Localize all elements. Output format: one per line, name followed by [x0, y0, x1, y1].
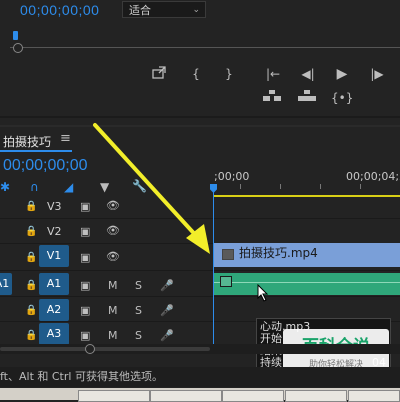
- marker-icon[interactable]: ▼: [100, 180, 109, 194]
- monitor-playhead[interactable]: [13, 31, 18, 40]
- taskbar-item[interactable]: [150, 390, 222, 402]
- sync-lock-icon[interactable]: ▣: [80, 200, 90, 213]
- track-label-a2[interactable]: A2: [39, 299, 69, 321]
- track-label-v3[interactable]: V3: [47, 200, 62, 213]
- timeline-tab-title[interactable]: 拍摄技巧: [3, 133, 51, 150]
- monitor-scrubber[interactable]: [10, 47, 400, 48]
- microphone-icon[interactable]: 🎤: [160, 304, 174, 317]
- ruler-tick: [360, 184, 361, 189]
- lock-icon[interactable]: 🔒: [25, 330, 37, 341]
- source-patch-a1[interactable]: A1: [0, 273, 12, 295]
- snap-magnet-icon[interactable]: ∩: [30, 180, 39, 194]
- taskbar-item[interactable]: [285, 390, 347, 402]
- chevron-down-icon: ⌄: [192, 5, 200, 15]
- sync-lock-icon[interactable]: ▣: [80, 225, 90, 238]
- fx-badge-icon: [220, 276, 232, 287]
- extract-icon[interactable]: [296, 90, 318, 106]
- nest-icon[interactable]: ✱: [0, 180, 10, 194]
- linked-selection-icon[interactable]: ◢: [64, 180, 73, 194]
- lock-icon[interactable]: 🔒: [25, 252, 37, 263]
- fx-badge-icon: [222, 249, 234, 260]
- step-forward-icon[interactable]: |▶: [366, 66, 388, 82]
- step-back-icon[interactable]: ◀|: [297, 66, 319, 82]
- lock-icon[interactable]: 🔒: [25, 280, 37, 291]
- panel-divider: [0, 116, 400, 118]
- timeline-scrollbar-thumb[interactable]: [0, 347, 210, 351]
- taskbar-item[interactable]: [78, 390, 150, 402]
- monitor-zoom-knob[interactable]: [13, 43, 23, 53]
- mute-button[interactable]: M: [108, 279, 118, 292]
- insert-icon[interactable]: {•}: [331, 90, 353, 106]
- ruler-tick: [240, 184, 241, 189]
- eye-icon[interactable]: 👁: [106, 250, 120, 263]
- microphone-icon[interactable]: 🎤: [160, 329, 174, 342]
- fit-select-value: 适合: [129, 4, 151, 17]
- go-to-in-icon[interactable]: |←: [262, 66, 284, 82]
- panel-menu-icon[interactable]: ≡: [60, 131, 71, 146]
- video-clip-label: 拍摄技巧.mp4: [239, 246, 318, 260]
- track-divider: [0, 218, 400, 219]
- lock-icon[interactable]: 🔒: [25, 201, 37, 212]
- active-tab-indicator: [0, 150, 72, 152]
- ruler-label-end: 00;00;04;2: [346, 170, 400, 183]
- taskbar-item[interactable]: [222, 390, 284, 402]
- ruler-tick: [320, 184, 321, 189]
- ruler-tick: [280, 184, 281, 189]
- export-frame-icon[interactable]: [148, 66, 170, 82]
- lock-icon[interactable]: 🔒: [25, 305, 37, 316]
- solo-button[interactable]: S: [135, 304, 142, 317]
- solo-button[interactable]: S: [135, 329, 142, 342]
- audio-volume-line: [214, 282, 400, 283]
- track-target-a1[interactable]: A1: [39, 273, 69, 295]
- sync-lock-icon[interactable]: ▣: [80, 279, 90, 292]
- timeline-zoom-knob[interactable]: [85, 344, 95, 354]
- sync-lock-icon[interactable]: ▣: [80, 251, 90, 264]
- microphone-icon[interactable]: 🎤: [160, 279, 174, 292]
- timeline-playhead-line: [213, 190, 214, 345]
- mute-button[interactable]: M: [108, 329, 118, 342]
- program-timecode[interactable]: 00;00;00;00: [20, 2, 99, 18]
- track-divider: [0, 296, 400, 297]
- sync-lock-icon[interactable]: ▣: [80, 329, 90, 342]
- lift-icon[interactable]: [261, 90, 283, 106]
- mute-button[interactable]: M: [108, 304, 118, 317]
- ruler-label-start: ;00;00: [214, 170, 250, 183]
- sequence-timecode[interactable]: 00;00;00;00: [3, 157, 88, 175]
- mark-in-icon[interactable]: {: [185, 66, 207, 82]
- eye-icon[interactable]: 👁: [106, 224, 120, 237]
- track-target-v1[interactable]: V1: [39, 245, 69, 267]
- play-icon[interactable]: ▶: [331, 66, 353, 82]
- work-area-bar[interactable]: [214, 195, 400, 197]
- sync-lock-icon[interactable]: ▣: [80, 304, 90, 317]
- fit-zoom-select[interactable]: 适合 ⌄: [122, 1, 206, 18]
- track-label-v2[interactable]: V2: [47, 225, 62, 238]
- solo-button[interactable]: S: [135, 279, 142, 292]
- track-divider: [0, 270, 400, 271]
- audio-clip[interactable]: [214, 273, 400, 295]
- mouse-cursor-icon: [257, 284, 269, 302]
- eye-icon[interactable]: 👁: [106, 199, 120, 212]
- wrench-icon[interactable]: 🔧: [132, 179, 147, 193]
- status-bar: ft、Alt 和 Ctrl 可获得其他选项。: [0, 367, 400, 387]
- track-label-a3[interactable]: A3: [39, 323, 69, 345]
- lock-icon[interactable]: 🔒: [25, 226, 37, 237]
- mark-out-icon[interactable]: }: [218, 66, 240, 82]
- taskbar-item[interactable]: [348, 390, 400, 402]
